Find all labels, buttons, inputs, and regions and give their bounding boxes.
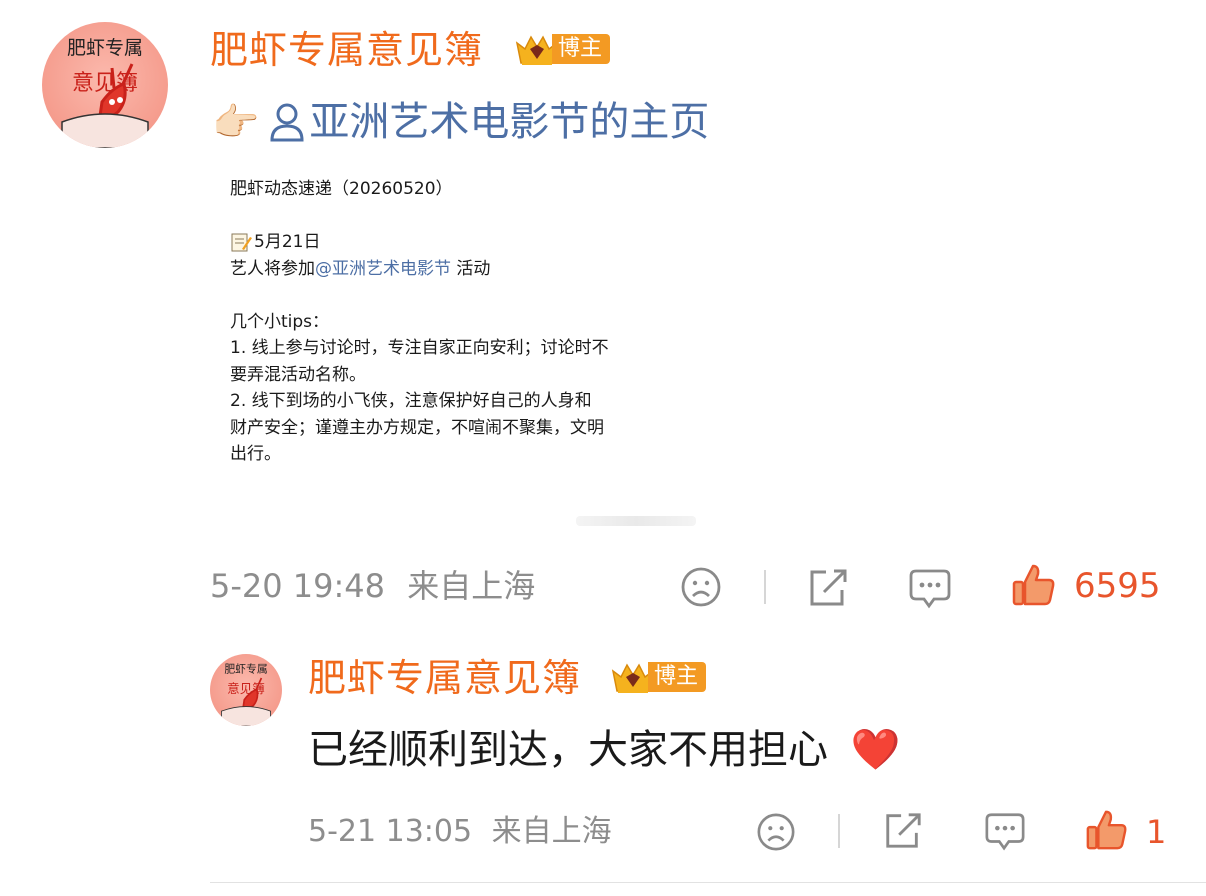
comment-meta: 5-21 13:05 来自上海 [308,812,612,852]
bottom-divider [210,882,1206,883]
post-avatar[interactable]: 肥虾专属 意见簿 [42,22,168,148]
tip-line: 2. 线下到场的小飞侠，注意保护好自己的人身和 [230,391,592,411]
heart-icon: ❤️ [850,727,901,773]
user-icon [270,103,304,142]
meta-divider [764,570,766,604]
user-homepage-link[interactable]: 👉🏻 亚洲艺术电影节的主页 [212,98,709,146]
post-like-count: 6595 [1074,566,1161,606]
svg-text:肥虾专属: 肥虾专属 [67,37,143,59]
tip-line: 1. 线上参与讨论时，专注自家正向安利；讨论时不 [230,338,609,358]
post-location: 来自上海 [407,567,536,605]
comment-text: 已经顺利到达，大家不用担心 [308,727,828,773]
badge-label: 博主 [648,662,707,692]
comment-icon[interactable] [984,810,1026,852]
comment-like-count: 1 [1146,813,1167,851]
user-link-label: 亚洲艺术电影节的主页 [309,99,710,145]
tip-line: 财产安全；谨遵主办方规定，不喧闹不聚集，文明 [230,417,604,438]
date-line: 5月21日 [230,229,700,256]
post-timestamp: 5-20 19:48 [210,567,386,605]
comment-location: 来自上海 [491,814,612,849]
meta-divider [838,814,840,848]
post-image[interactable]: 肥虾动态速递（20260520） 5月21日 艺人将参加@亚洲艺术电影节 活动 … [230,176,700,468]
pointing-hand-icon: 👉🏻 [212,100,260,144]
frown-face-icon[interactable] [680,566,722,608]
comment-body: 已经顺利到达，大家不用担心 ❤️ [308,726,901,774]
tip-line: 要弄混活动名称。 [230,364,366,385]
comment-timestamp: 5-21 13:05 [308,814,473,849]
thumbs-up-icon[interactable] [1084,808,1128,852]
image-title: 肥虾动态速递（20260520） [230,179,453,199]
comment-author-name[interactable]: 肥虾专属意见簿 [308,656,581,700]
post-meta: 5-20 19:48 来自上海 [210,566,535,606]
image-watermark [576,516,696,526]
share-icon[interactable] [882,810,924,850]
badge-label: 博主 [552,34,611,64]
memo-icon [230,231,252,253]
mention-link[interactable]: @亚洲艺术电影节 [315,259,451,279]
svg-text:肥虾专属: 肥虾专属 [224,661,267,675]
tip-line: 出行。 [230,444,281,464]
blogger-badge: 博主 [514,32,611,66]
comment-avatar[interactable]: 肥虾专属 意见簿 [210,654,282,726]
post-author-name[interactable]: 肥虾专属意见簿 [210,28,483,72]
frown-face-icon[interactable] [756,812,796,852]
thumbs-up-icon[interactable] [1010,562,1056,608]
activity-line: 艺人将参加@亚洲艺术电影节 活动 [230,258,491,279]
share-icon[interactable] [806,566,850,608]
tips-header: 几个小tips： [230,311,330,332]
comment-blogger-badge: 博主 [610,660,707,694]
comment-icon[interactable] [908,566,952,610]
